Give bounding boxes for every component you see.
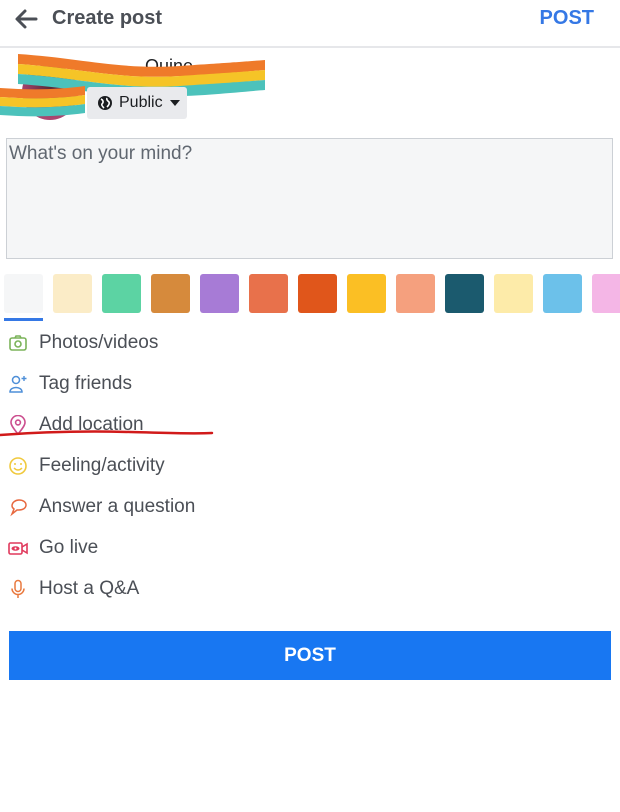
tag-friends-icon xyxy=(8,374,28,394)
background-swatch-desert[interactable] xyxy=(151,274,190,313)
speech-bubble-icon xyxy=(8,497,28,517)
arrow-left-icon[interactable] xyxy=(12,6,40,32)
caret-down-icon xyxy=(169,100,180,106)
action-host-qa[interactable]: Host a Q&A xyxy=(8,574,308,604)
smiley-icon xyxy=(8,456,28,476)
background-swatch-light-yellow[interactable] xyxy=(494,274,533,313)
action-answer-question[interactable]: Answer a question xyxy=(8,492,308,522)
background-swatch-teal-pattern[interactable] xyxy=(445,274,484,313)
action-photos-videos[interactable]: Photos/videos xyxy=(8,328,308,358)
background-swatch-plain[interactable] xyxy=(4,274,43,313)
action-label: Go live xyxy=(39,537,99,558)
background-swatch-green[interactable] xyxy=(102,274,141,313)
background-swatch-yellow-pattern[interactable] xyxy=(347,274,386,313)
action-label: Host a Q&A xyxy=(39,578,140,599)
action-feeling-activity[interactable]: Feeling/activity xyxy=(8,451,308,481)
action-add-location[interactable]: Add location xyxy=(8,410,308,440)
top-bar: Create post POST xyxy=(0,0,620,48)
selected-background-indicator xyxy=(4,318,43,321)
post-button-top[interactable]: POST xyxy=(540,7,594,30)
privacy-selector[interactable]: Public xyxy=(87,87,187,119)
post-button[interactable]: POST xyxy=(9,631,611,680)
background-swatch-pink-pattern[interactable] xyxy=(592,274,620,313)
action-label: Add location xyxy=(39,414,144,435)
live-video-icon xyxy=(8,538,28,558)
background-swatch-sky-pattern[interactable] xyxy=(543,274,582,313)
post-composer xyxy=(6,138,613,259)
action-label: Tag friends xyxy=(39,373,132,394)
page-title: Create post xyxy=(52,7,163,29)
camera-icon xyxy=(8,333,28,353)
action-label: Answer a question xyxy=(39,496,196,517)
action-label: Photos/videos xyxy=(39,332,159,353)
background-swatch-coral[interactable] xyxy=(249,274,288,313)
post-text-input[interactable] xyxy=(9,143,610,254)
microphone-icon xyxy=(8,579,28,599)
globe-icon xyxy=(98,96,112,110)
background-picker xyxy=(4,274,620,314)
privacy-label: Public xyxy=(119,94,163,111)
background-swatch-peach-pattern[interactable] xyxy=(396,274,435,313)
action-go-live[interactable]: Go live xyxy=(8,533,308,563)
avatar[interactable] xyxy=(22,64,78,120)
action-tag-friends[interactable]: Tag friends xyxy=(8,369,308,399)
background-swatch-orange-pattern[interactable] xyxy=(298,274,337,313)
background-swatch-purple[interactable] xyxy=(200,274,239,313)
location-pin-icon xyxy=(8,415,28,435)
background-swatch-cream-pattern[interactable] xyxy=(53,274,92,313)
action-label: Feeling/activity xyxy=(39,455,165,476)
user-name: Quine xyxy=(145,56,194,76)
